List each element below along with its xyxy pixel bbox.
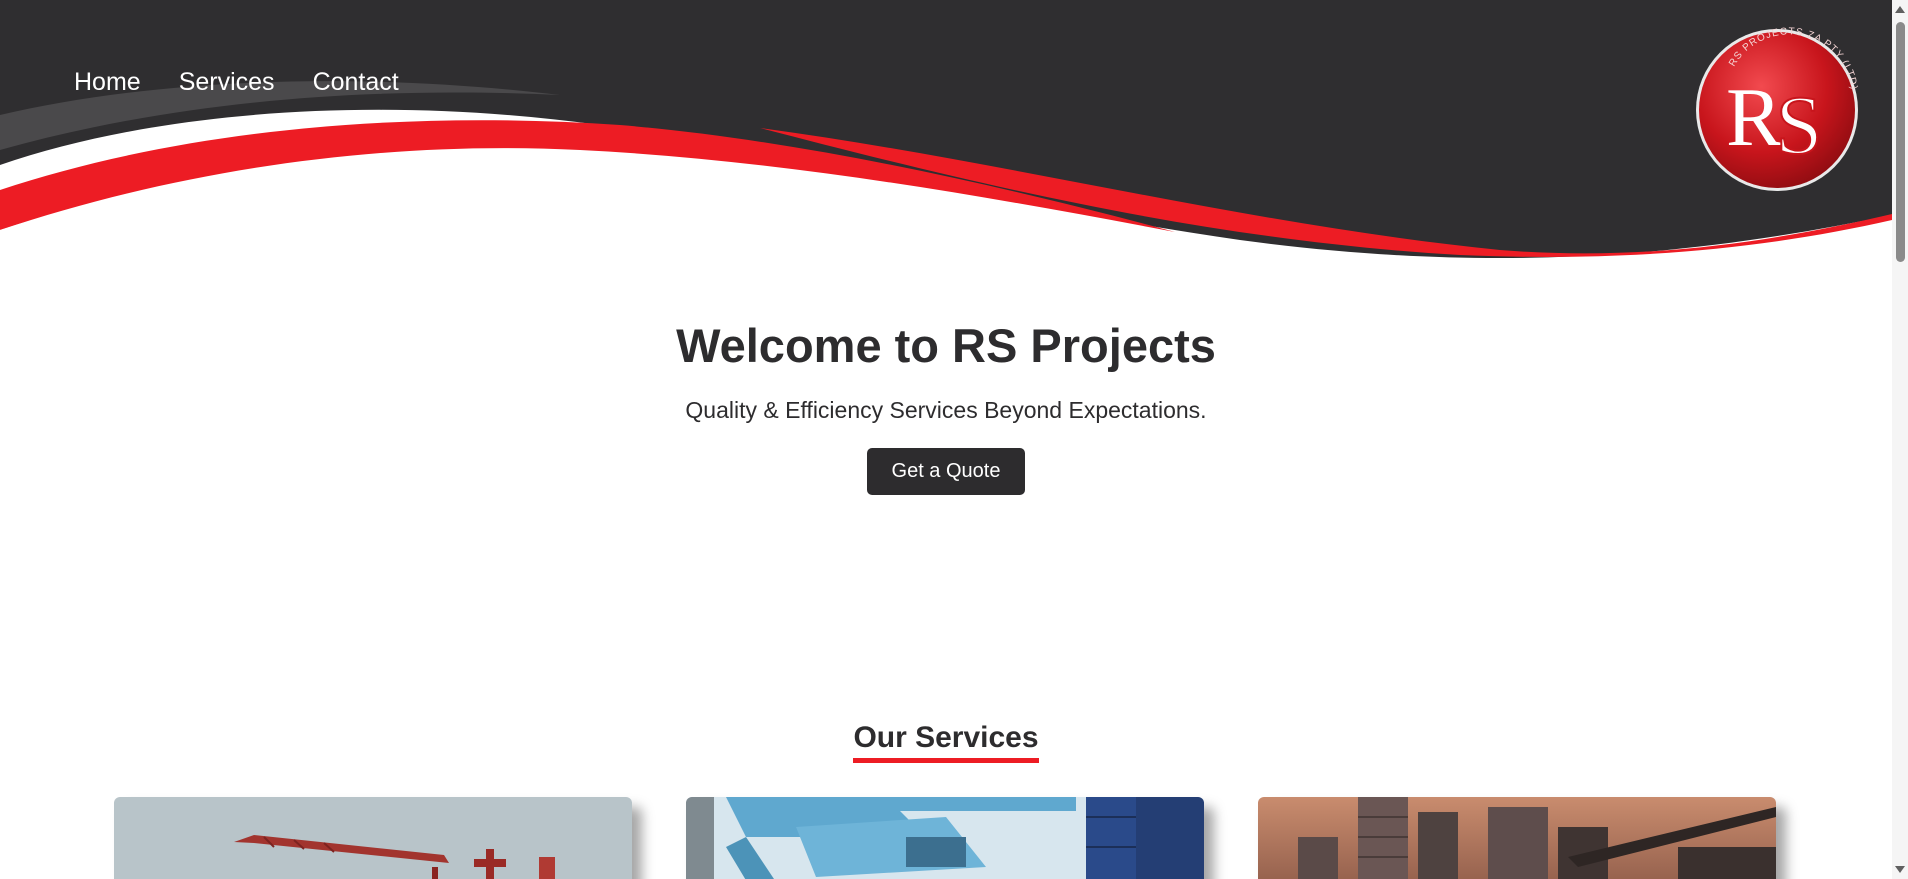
nav-contact-link[interactable]: Contact <box>313 68 399 97</box>
vertical-scrollbar[interactable] <box>1892 0 1908 879</box>
scroll-thumb[interactable] <box>1896 22 1905 262</box>
services-heading: Our Services <box>853 720 1039 763</box>
services-heading-wrap: Our Services <box>0 720 1892 763</box>
svg-text:R: R <box>1726 71 1782 164</box>
hero-title: Welcome to RS Projects <box>676 319 1216 372</box>
svg-text:S: S <box>1776 79 1823 172</box>
scroll-up-arrow-icon[interactable] <box>1895 6 1905 13</box>
service-card-port[interactable] <box>686 797 1204 879</box>
rs-logo[interactable]: R S RS PROJECTS ZA PTY (LTD) <box>1694 27 1860 193</box>
main-nav: Home Services Contact <box>74 68 399 97</box>
hero-section: Welcome to RS Projects Quality & Efficie… <box>0 318 1892 495</box>
hero-subtitle: Quality & Efficiency Services Beyond Exp… <box>685 397 1207 423</box>
port-container-crane-photo <box>686 797 1204 879</box>
get-quote-button[interactable]: Get a Quote <box>866 448 1026 495</box>
scroll-down-arrow-icon[interactable] <box>1895 866 1905 873</box>
crane-construction-photo <box>114 797 632 879</box>
header: Home Services Contact R S RS PROJECTS ZA… <box>0 0 1892 280</box>
city-skyline-photo <box>1258 797 1776 879</box>
service-card-city[interactable] <box>1258 797 1776 879</box>
nav-home-link[interactable]: Home <box>74 68 141 97</box>
service-card-crane[interactable] <box>114 797 632 879</box>
nav-services-link[interactable]: Services <box>179 68 275 97</box>
header-wave-graphic <box>0 0 1892 280</box>
page: Home Services Contact R S RS PROJECTS ZA… <box>0 0 1908 879</box>
